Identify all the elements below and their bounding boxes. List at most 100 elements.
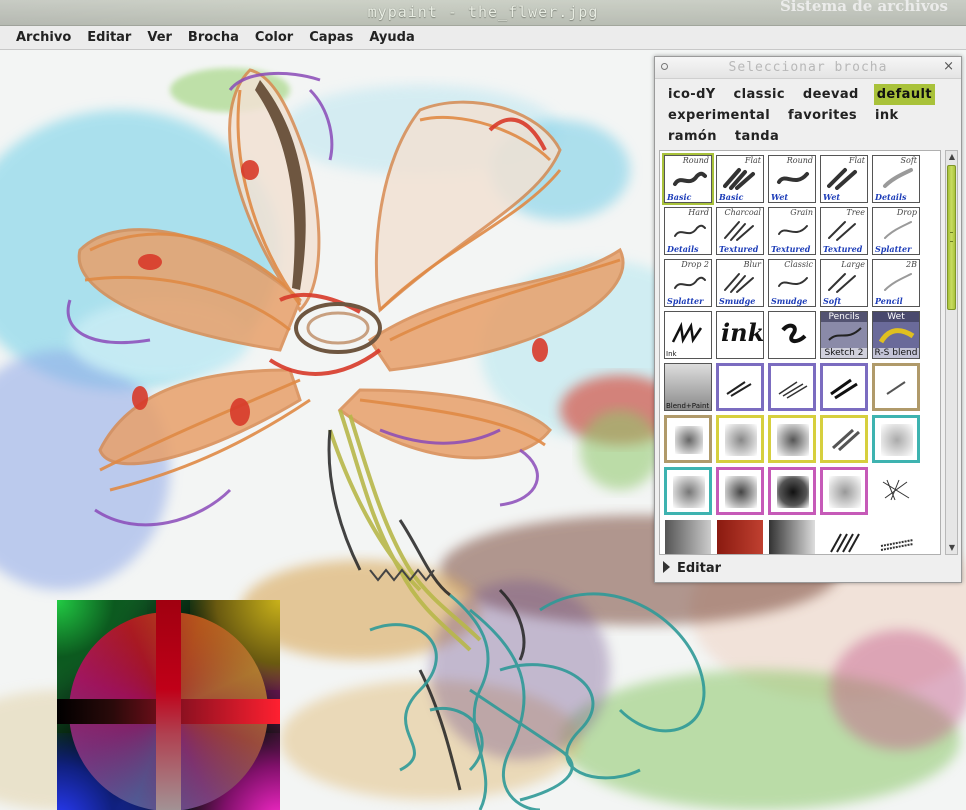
value-slider-vertical[interactable] (156, 600, 181, 810)
menu-color[interactable]: Color (247, 26, 301, 49)
brush-list[interactable]: Ink ink Pencils Sketch 2 Wet R-S blend B… (659, 150, 941, 555)
group-ramon[interactable]: ramón (665, 126, 720, 147)
brush-stroke-icon (884, 221, 912, 239)
brush-stroke-icon (674, 224, 706, 237)
brush-row8-3[interactable] (768, 519, 816, 554)
brush-stroke-icon (673, 171, 707, 186)
brush-bottom-label: Basic (719, 192, 744, 202)
stroke-icon (886, 381, 906, 395)
brush-drop-2-splatter[interactable]: Drop 2 Splatter (664, 259, 712, 307)
brush-bottom-label: Splatter (667, 296, 704, 306)
menu-archivo[interactable]: Archivo (8, 26, 79, 49)
brush-tan-1[interactable] (872, 363, 920, 411)
scroll-thumb[interactable] (947, 165, 956, 310)
brush-stroke-icon (828, 221, 856, 241)
brush-top-label: Classic (784, 260, 813, 269)
brush-ink-word[interactable]: ink (716, 311, 764, 359)
group-tanda[interactable]: tanda (732, 126, 782, 147)
brush-classic-smudge[interactable]: Classic Smudge (768, 259, 816, 307)
brush-stroke-icon (778, 277, 808, 287)
brush-row8-1[interactable] (664, 519, 712, 554)
brush-yellow-3[interactable] (820, 415, 868, 463)
brush-charcoal-textured[interactable]: Charcoal Textured (716, 207, 764, 255)
brush-row8-2[interactable] (716, 519, 764, 554)
brush-top-label: Round (682, 156, 709, 165)
brush-yellow-1[interactable] (716, 415, 764, 463)
menu-ayuda[interactable]: Ayuda (361, 26, 422, 49)
brush-top-label: Flat (744, 156, 761, 165)
brush-tree-textured[interactable]: Tree Textured (820, 207, 868, 255)
close-icon[interactable]: × (943, 59, 954, 74)
stroke-icon (726, 381, 752, 397)
edit-expander[interactable]: Editar (663, 561, 721, 576)
brush-ink[interactable]: Ink (664, 311, 712, 359)
stroke-icon (830, 533, 860, 553)
brush-stroke-icon (828, 273, 856, 293)
brush-pink-2[interactable] (768, 467, 816, 515)
brush-bottom-label: Splatter (875, 244, 912, 254)
brush-large-soft[interactable]: Large Soft (820, 259, 868, 307)
brush-top-label: Drop (896, 208, 917, 217)
brush-label: R-S blend (873, 348, 919, 358)
brush-2b-pencil[interactable]: 2B Pencil (872, 259, 920, 307)
brush-soft-details[interactable]: Soft Details (872, 155, 920, 203)
brush-pencils-sketch[interactable]: Pencils Sketch 2 (820, 311, 868, 359)
brush-label: Wet (873, 312, 919, 322)
brush-label: ink (721, 318, 764, 347)
brush-swirl[interactable] (768, 311, 816, 359)
brush-row8-4[interactable] (820, 519, 868, 554)
brush-grain-textured[interactable]: Grain Textured (768, 207, 816, 255)
brush-purple-1[interactable] (716, 363, 764, 411)
brush-flat-wet[interactable]: Flat Wet (820, 155, 868, 203)
group-ink[interactable]: ink (872, 105, 902, 126)
brush-purple-3[interactable] (820, 363, 868, 411)
brush-label: Ink (666, 350, 677, 358)
brush-round-basic[interactable]: Round Basic (662, 153, 714, 205)
dialog-titlebar[interactable]: Seleccionar brocha × (655, 57, 961, 79)
brush-flat-basic[interactable]: Flat Basic (716, 155, 764, 203)
group-deevad[interactable]: deevad (800, 84, 862, 105)
brush-tan-2[interactable] (664, 415, 712, 463)
brush-blend-paint[interactable]: Blend+Paint (664, 363, 712, 411)
brush-top-label: Soft (900, 156, 917, 165)
brush-yellow-2[interactable] (768, 415, 816, 463)
brush-blur-smudge[interactable]: Blur Smudge (716, 259, 764, 307)
scroll-up-icon[interactable]: ▲ (947, 152, 957, 162)
expander-arrow-icon (663, 561, 670, 573)
group-experimental[interactable]: experimental (665, 105, 773, 126)
brush-top-label: Blur (743, 260, 761, 269)
menu-bar: Archivo Editar Ver Brocha Color Capas Ay… (0, 26, 966, 50)
brush-teal-2[interactable] (664, 467, 712, 515)
group-favorites[interactable]: favorites (785, 105, 860, 126)
brush-stroke-icon (724, 273, 754, 293)
brush-teal-1[interactable] (872, 415, 920, 463)
group-classic[interactable]: classic (731, 84, 788, 105)
brush-drop-splatter[interactable]: Drop Splatter (872, 207, 920, 255)
menu-capas[interactable]: Capas (301, 26, 361, 49)
desktop-icon-label[interactable]: Sistema de archivos (780, 0, 948, 14)
scroll-down-icon[interactable]: ▼ (947, 543, 957, 553)
brush-round-wet[interactable]: Round Wet (768, 155, 816, 203)
brush-bottom-label: Wet (771, 192, 789, 202)
brush-hard-details[interactable]: Hard Details (664, 207, 712, 255)
brush-row8-5[interactable] (872, 519, 920, 554)
group-ico-dy[interactable]: ico-dY (665, 84, 719, 105)
brush-list-scrollbar[interactable]: ▲ ▼ (945, 150, 958, 555)
dialog-title: Seleccionar brocha (728, 60, 888, 75)
brush-stroke-icon (724, 221, 754, 241)
brush-bottom-label: Details (875, 192, 907, 202)
menu-brocha[interactable]: Brocha (180, 26, 247, 49)
brush-wet-blend[interactable]: Wet R-S blend (872, 311, 920, 359)
brush-bottom-label: Wet (823, 192, 841, 202)
color-picker-widget[interactable] (57, 600, 280, 810)
group-default[interactable]: default (873, 84, 935, 105)
brush-stroke-icon (883, 168, 913, 188)
brush-label: Blend+Paint (666, 402, 710, 410)
menu-editar[interactable]: Editar (79, 26, 139, 49)
menu-ver[interactable]: Ver (139, 26, 180, 49)
stroke-icon (778, 381, 808, 399)
brush-tree-scatter[interactable] (872, 467, 920, 515)
brush-purple-2[interactable] (768, 363, 816, 411)
brush-pink-3[interactable] (820, 467, 868, 515)
brush-pink-1[interactable] (716, 467, 764, 515)
